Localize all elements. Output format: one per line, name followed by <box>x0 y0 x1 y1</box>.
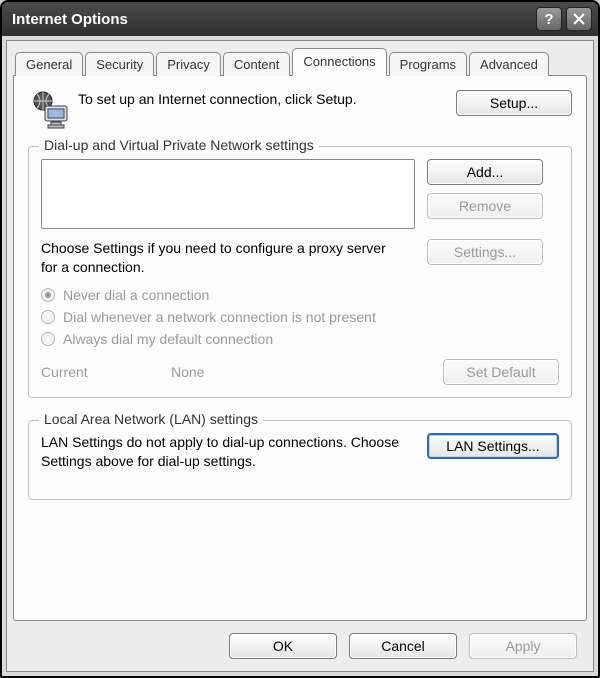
lan-group: Local Area Network (LAN) settings LAN Se… <box>28 420 572 500</box>
tab-page-connections: To set up an Internet connection, click … <box>13 75 587 621</box>
setup-button[interactable]: Setup... <box>456 90 572 116</box>
set-default-button: Set Default <box>443 359 559 385</box>
ok-button[interactable]: OK <box>229 633 337 659</box>
apply-button: Apply <box>469 633 577 659</box>
lan-legend: Local Area Network (LAN) settings <box>39 411 263 427</box>
close-button[interactable] <box>566 7 592 31</box>
tab-programs[interactable]: Programs <box>389 52 467 76</box>
current-value: None <box>171 364 443 380</box>
radio-always-dial: Always dial my default connection <box>41 331 559 347</box>
dialup-group: Dial-up and Virtual Private Network sett… <box>28 146 572 398</box>
tab-content[interactable]: Content <box>223 52 291 76</box>
close-icon <box>572 12 586 26</box>
help-button[interactable]: ? <box>536 7 562 31</box>
lan-text: LAN Settings do not apply to dial-up con… <box>41 433 427 471</box>
cancel-button[interactable]: Cancel <box>349 633 457 659</box>
titlebar: Internet Options ? <box>2 2 598 36</box>
radio-whenever-label: Dial whenever a network connection is no… <box>63 309 376 325</box>
internet-options-window: Internet Options ? General Security Priv… <box>0 0 600 678</box>
connection-wizard-icon <box>28 90 72 130</box>
remove-button: Remove <box>427 193 543 219</box>
tab-strip: General Security Privacy Content Connect… <box>15 47 587 75</box>
window-title: Internet Options <box>12 11 532 28</box>
dialup-legend: Dial-up and Virtual Private Network sett… <box>39 137 319 153</box>
add-button[interactable]: Add... <box>427 159 543 185</box>
radio-never-label: Never dial a connection <box>63 287 209 303</box>
intro-text: To set up an Internet connection, click … <box>72 90 456 108</box>
intro-row: To set up an Internet connection, click … <box>28 90 572 130</box>
tab-connections[interactable]: Connections <box>292 48 386 76</box>
tab-general[interactable]: General <box>15 52 83 76</box>
radio-icon <box>41 310 55 324</box>
radio-icon <box>41 288 55 302</box>
client-area: General Security Privacy Content Connect… <box>6 40 594 672</box>
dialog-button-row: OK Cancel Apply <box>13 621 587 671</box>
help-icon: ? <box>544 11 553 28</box>
dial-radio-group: Never dial a connection Dial whenever a … <box>41 287 559 347</box>
radio-never-dial: Never dial a connection <box>41 287 559 303</box>
dialup-list[interactable] <box>41 159 415 229</box>
radio-always-label: Always dial my default connection <box>63 331 273 347</box>
radio-dial-whenever: Dial whenever a network connection is no… <box>41 309 559 325</box>
current-label: Current <box>41 364 171 380</box>
settings-button: Settings... <box>427 239 543 265</box>
tab-advanced[interactable]: Advanced <box>469 52 549 76</box>
tab-security[interactable]: Security <box>85 52 154 76</box>
radio-icon <box>41 332 55 346</box>
tab-privacy[interactable]: Privacy <box>156 52 221 76</box>
lan-settings-button[interactable]: LAN Settings... <box>427 433 559 459</box>
choose-settings-text: Choose Settings if you need to configure… <box>41 239 415 277</box>
